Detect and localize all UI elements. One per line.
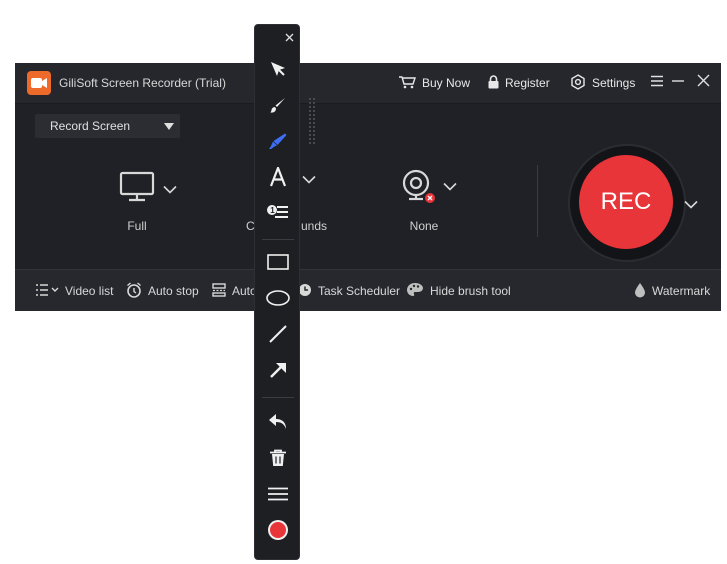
app-title: GiliSoft Screen Recorder (Trial) <box>59 76 226 90</box>
minimize-icon <box>671 74 685 92</box>
settings-label: Settings <box>592 76 636 90</box>
clock-icon <box>298 283 312 300</box>
undo-button[interactable] <box>265 411 291 437</box>
webcam-source-button[interactable] <box>401 169 457 205</box>
task-scheduler-button[interactable]: Task Scheduler <box>298 282 400 300</box>
cursor-tool[interactable] <box>265 58 291 84</box>
title-bar: GiliSoft Screen Recorder (Trial) Buy Now… <box>15 63 721 104</box>
rec-button[interactable]: REC <box>579 155 673 249</box>
close-icon <box>697 74 710 92</box>
auto-split-label: Auto <box>232 284 257 298</box>
number-list-icon: 1 <box>266 204 290 225</box>
brush-tool[interactable] <box>265 94 291 120</box>
highlighter-tool[interactable] <box>265 130 291 156</box>
record-mode-value: Record Screen <box>50 119 131 133</box>
ellipse-icon <box>266 289 290 311</box>
drawing-toolbar: 1 <box>254 24 300 560</box>
svg-text:1: 1 <box>270 206 275 215</box>
hide-brush-tool-button[interactable]: Hide brush tool <box>406 282 511 300</box>
close-button[interactable] <box>694 74 712 92</box>
record-mode-select[interactable]: Record Screen <box>35 114 180 138</box>
clear-button[interactable] <box>265 447 291 473</box>
cart-icon <box>398 75 416 92</box>
color-picker-button[interactable] <box>265 519 291 545</box>
screen-source-button[interactable] <box>119 171 177 208</box>
cursor-icon <box>269 60 287 83</box>
bottom-bar: Video list Auto stop Auto Task Scheduler… <box>15 269 721 311</box>
video-list-button[interactable]: Video list <box>35 282 113 300</box>
alarm-clock-icon <box>126 281 142 301</box>
auto-stop-button[interactable]: Auto stop <box>126 281 199 301</box>
minimize-button[interactable] <box>669 74 687 92</box>
main-window: GiliSoft Screen Recorder (Trial) Buy Now… <box>15 63 721 311</box>
droplet-icon <box>634 282 646 301</box>
settings-button[interactable]: Settings <box>570 73 635 93</box>
close-icon <box>285 29 294 47</box>
monitor-icon <box>119 171 155 208</box>
arrow-tool[interactable] <box>265 359 291 385</box>
split-icon <box>212 282 226 300</box>
list-icon <box>35 283 59 300</box>
toolbar-separator <box>262 239 294 240</box>
rectangle-tool[interactable] <box>265 251 291 277</box>
hide-brush-tool-label: Hide brush tool <box>430 284 511 298</box>
webcam-icon <box>401 169 435 205</box>
section-divider <box>537 165 538 237</box>
video-list-label: Video list <box>65 284 114 298</box>
audio-source-chevron[interactable] <box>302 171 316 189</box>
chevron-down-icon[interactable] <box>443 178 457 196</box>
buy-now-button[interactable]: Buy Now <box>398 73 470 93</box>
line-icon <box>268 324 288 349</box>
auto-split-button[interactable]: Auto <box>212 282 257 300</box>
gear-icon <box>570 73 586 93</box>
rectangle-icon <box>267 253 289 275</box>
arrow-icon <box>268 360 288 385</box>
audio-level-meter <box>308 97 316 145</box>
menu-icon <box>267 487 289 506</box>
rec-options-chevron[interactable] <box>684 196 698 214</box>
text-icon <box>269 164 287 192</box>
line-width-button[interactable] <box>265 483 291 509</box>
toolbar-separator <box>262 397 294 398</box>
lock-icon <box>488 74 499 92</box>
watermark-label: Watermark <box>652 284 711 298</box>
caret-down-icon <box>164 123 174 130</box>
highlighter-icon <box>268 132 288 155</box>
webcam-source-label: None <box>409 219 439 233</box>
register-label: Register <box>505 76 550 90</box>
palette-icon <box>406 282 424 301</box>
chevron-down-icon[interactable] <box>163 181 177 199</box>
menu-button[interactable] <box>648 74 666 92</box>
line-tool[interactable] <box>265 323 291 349</box>
record-dot-icon <box>267 519 289 546</box>
audio-source-label-right: unds <box>301 219 328 233</box>
undo-icon <box>268 413 288 436</box>
task-scheduler-label: Task Scheduler <box>318 284 401 298</box>
auto-stop-label: Auto stop <box>148 284 199 298</box>
ellipse-tool[interactable] <box>265 287 291 313</box>
chevron-down-icon <box>684 196 698 213</box>
brush-icon <box>269 96 287 119</box>
watermark-button[interactable]: Watermark <box>634 282 710 300</box>
text-tool[interactable] <box>265 164 291 192</box>
buy-now-label: Buy Now <box>422 76 471 90</box>
app-logo-icon <box>27 71 51 95</box>
numbering-tool[interactable]: 1 <box>265 201 291 227</box>
screen-source-label: Full <box>127 219 147 233</box>
chevron-down-icon <box>302 171 316 189</box>
toolbar-close-button[interactable] <box>281 30 297 46</box>
hamburger-icon <box>650 74 664 92</box>
trash-icon <box>269 449 287 472</box>
register-button[interactable]: Register <box>488 73 550 93</box>
